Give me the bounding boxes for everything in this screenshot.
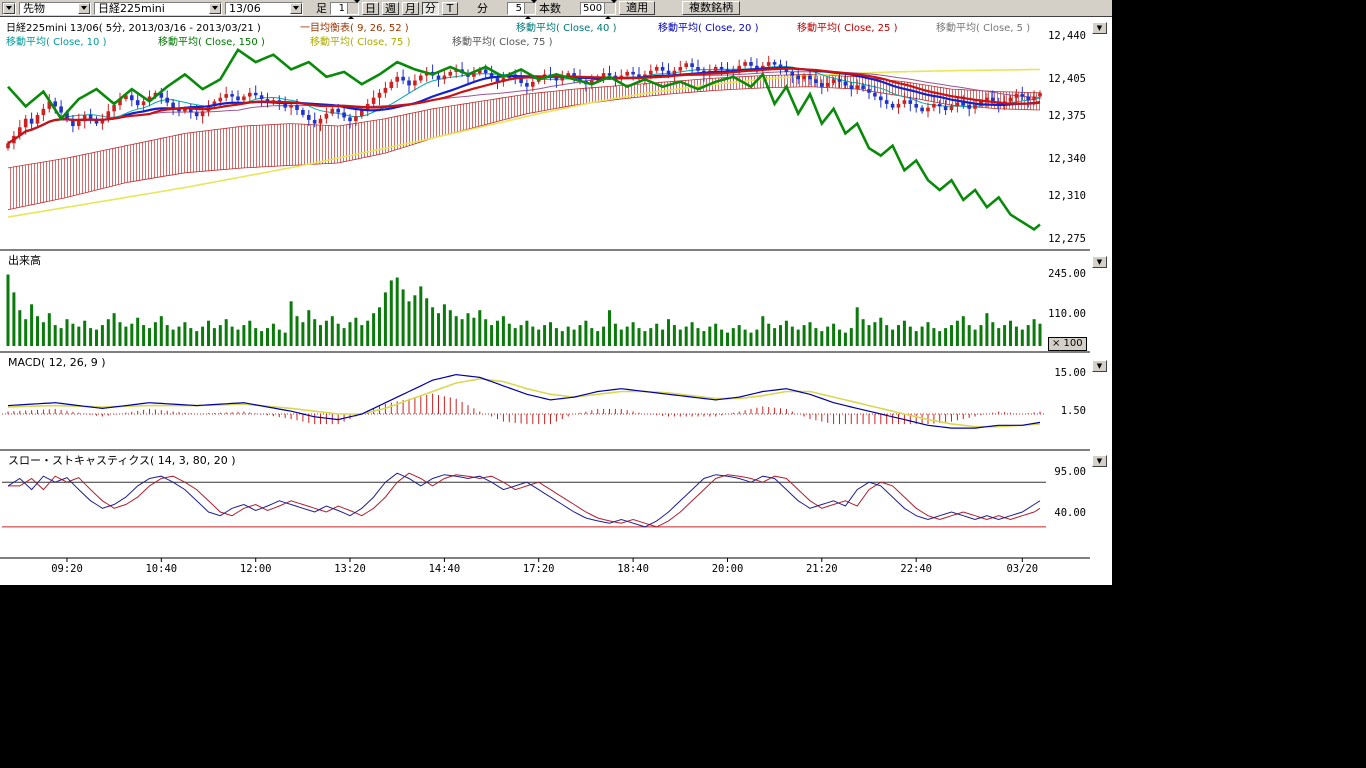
symbol-combo[interactable]: 日経225mini	[94, 2, 222, 15]
bar-count-input[interactable]: 1	[330, 2, 359, 15]
price-axis-label: 12,405	[1048, 73, 1086, 85]
volume-panel-title: 出来高	[8, 252, 41, 268]
macd-panel-title: MACD( 12, 26, 9 )	[8, 356, 106, 369]
time-tick-label: 14:40	[429, 563, 461, 575]
toolbar: 先物 日経225mini 13/06 足 1 日 週 月 分 T 分	[0, 0, 1112, 17]
time-tick-label: 22:40	[900, 563, 932, 575]
main-panel-layer	[6, 50, 1042, 230]
spinner-arrows-icon[interactable]	[347, 3, 358, 14]
chart-canvas: 09:20 10:40 12:00 13:20 14:40 17:20 18:40 20:00…	[0, 17, 1112, 585]
period-button-week[interactable]: 週	[382, 2, 399, 15]
time-tick-label: 10:40	[145, 563, 177, 575]
chevron-down-icon[interactable]	[3, 3, 15, 14]
time-tick-label: 09:20	[51, 563, 83, 575]
panel-menu-icon: ▼	[1097, 24, 1102, 32]
apply-button[interactable]: 適用	[619, 1, 655, 15]
stoch-panel-title: スロー・ストキャスティクス( 14, 3, 80, 20 )	[8, 452, 236, 468]
panel-menu-icon: ▼	[1097, 258, 1102, 266]
time-tick-label: 12:00	[240, 563, 272, 575]
stoch-axis-label: 95.00	[1054, 466, 1086, 478]
price-axis-label: 12,440	[1048, 30, 1086, 42]
period-button-day[interactable]: 日	[362, 2, 379, 15]
price-axis-label: 12,275	[1048, 233, 1086, 245]
time-tick-label: 17:20	[523, 563, 555, 575]
bars-count-value: 500	[581, 3, 604, 14]
stoch-axis-label: 40.00	[1054, 507, 1086, 519]
macd-axis-label: 15.00	[1054, 367, 1086, 379]
chevron-down-icon[interactable]	[209, 3, 221, 14]
bar-count-value: 1	[331, 3, 347, 14]
price-axis-label: 12,375	[1048, 110, 1086, 122]
minute-count-input[interactable]: 5	[507, 2, 536, 15]
volume-axis-label: 245.00	[1048, 268, 1086, 280]
macd-signal-line	[8, 379, 1040, 427]
bars-count-label: 本数	[539, 0, 561, 16]
volume-axis-label: 110.00	[1048, 308, 1086, 320]
stoch-k-line	[8, 473, 1040, 527]
spinner-arrows-icon[interactable]	[524, 3, 535, 14]
contract-combo[interactable]: 13/06	[225, 2, 303, 15]
period-button-minute[interactable]: 分	[422, 2, 439, 15]
volume-multiplier-badge: × 100	[1048, 337, 1087, 351]
symbol-combo-value: 日経225mini	[95, 3, 209, 14]
price-axis: 12,440 12,405 12,375 12,340 12,310 12,275 245.…	[1048, 30, 1086, 519]
chevron-down-icon[interactable]	[78, 3, 90, 14]
panel-menu-icon: ▼	[1097, 362, 1102, 370]
volume-layer	[7, 275, 1042, 347]
multi-symbol-button[interactable]: 複数銘柄	[682, 1, 740, 15]
macd-line	[8, 375, 1040, 429]
market-combo-value: 先物	[20, 3, 78, 14]
price-axis-label: 12,340	[1048, 153, 1086, 165]
contract-combo-value: 13/06	[226, 3, 290, 14]
macd-panel-menu-button[interactable]: ▼	[1092, 360, 1107, 372]
period-button-month[interactable]: 月	[402, 2, 419, 15]
minute-count-value: 5	[508, 3, 524, 14]
main-panel-menu-button[interactable]: ▼	[1092, 22, 1107, 34]
left-combo[interactable]	[2, 2, 16, 15]
bars-count-input[interactable]: 500	[580, 2, 616, 15]
stoch-d-line	[8, 473, 1040, 527]
minute-label: 分	[477, 0, 488, 16]
market-combo[interactable]: 先物	[19, 2, 91, 15]
chart-app-window: 先物 日経225mini 13/06 足 1 日 週 月 分 T 分	[0, 0, 1112, 585]
period-button-tick[interactable]: T	[442, 2, 458, 15]
time-tick-label: 13:20	[334, 563, 366, 575]
time-tick-label: 21:20	[806, 563, 838, 575]
screen: 先物 日経225mini 13/06 足 1 日 週 月 分 T 分	[0, 0, 1366, 768]
time-axis: 09:20 10:40 12:00 13:20 14:40 17:20 18:40 20:00…	[51, 558, 1038, 575]
macd-axis-label: 1.50	[1061, 405, 1086, 417]
time-tick-label: 03/20	[1006, 563, 1038, 575]
chevron-down-icon[interactable]	[290, 3, 302, 14]
time-tick-label: 20:00	[712, 563, 744, 575]
time-tick-label: 18:40	[617, 563, 649, 575]
stoch-panel-menu-button[interactable]: ▼	[1092, 455, 1107, 467]
bar-type-label: 足	[316, 0, 327, 16]
price-axis-label: 12,310	[1048, 190, 1086, 202]
volume-panel-menu-button[interactable]: ▼	[1092, 256, 1107, 268]
spinner-arrows-icon[interactable]	[604, 3, 615, 14]
panel-menu-icon: ▼	[1097, 457, 1102, 465]
